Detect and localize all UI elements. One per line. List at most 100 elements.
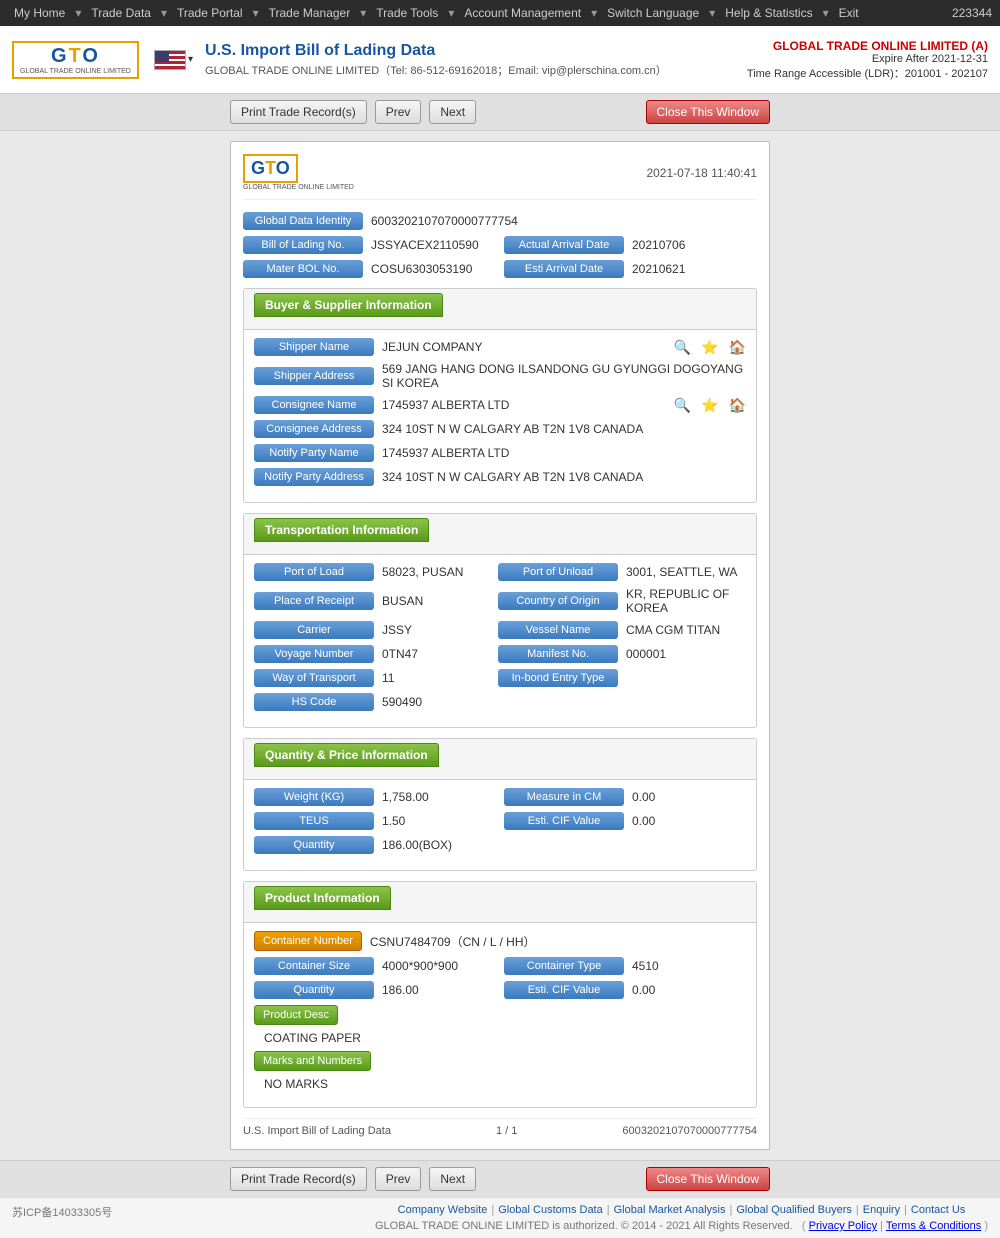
esti-cif-label: Esti. CIF Value <box>504 812 624 830</box>
way-transport-label: Way of Transport <box>254 669 374 687</box>
container-type-label: Container Type <box>504 957 624 975</box>
mater-bol-row: Mater BOL No. COSU6303053190 Esti Arriva… <box>243 260 757 278</box>
product-esti-cif-value: 0.00 <box>632 983 746 997</box>
transportation-header: Transportation Information <box>244 514 756 555</box>
footer-terms-link[interactable]: Terms & Conditions <box>886 1220 981 1232</box>
buyer-supplier-section: Buyer & Supplier Information Shipper Nam… <box>243 288 757 503</box>
product-header: Product Information <box>244 882 756 923</box>
place-receipt-label: Place of Receipt <box>254 592 374 610</box>
footer-link-market[interactable]: Global Market Analysis <box>614 1204 726 1216</box>
quantity-row: Quantity 186.00(BOX) <box>254 836 746 854</box>
container-number-value: CSNU7484709（CN / L / HH） <box>370 933 746 950</box>
print-button-bottom[interactable]: Print Trade Record(s) <box>230 1167 367 1191</box>
notify-party-address-label: Notify Party Address <box>254 468 374 486</box>
shipper-star-icon[interactable]: ⭐ <box>701 339 718 356</box>
logo-area: GTO GLOBAL TRADE ONLINE LIMITED <box>12 41 142 79</box>
nav-trade-manager[interactable]: Trade Manager <box>263 4 357 22</box>
carrier-row: Carrier JSSY Vessel Name CMA CGM TITAN <box>254 621 746 639</box>
footer-link-customs[interactable]: Global Customs Data <box>498 1204 603 1216</box>
global-data-identity-value: 6003202107070000777754 <box>371 214 757 228</box>
account-id: 223344 <box>952 6 992 20</box>
container-number-button[interactable]: Container Number <box>254 931 362 951</box>
consignee-name-value: 1745937 ALBERTA LTD <box>382 398 664 412</box>
print-button-top[interactable]: Print Trade Record(s) <box>230 100 367 124</box>
weight-row: Weight (KG) 1,758.00 Measure in CM 0.00 <box>254 788 746 806</box>
esti-arrival-label: Esti Arrival Date <box>504 260 624 278</box>
flag-area[interactable]: ▾ <box>154 50 193 70</box>
actual-arrival-label: Actual Arrival Date <box>504 236 624 254</box>
container-number-row: Container Number CSNU7484709（CN / L / HH… <box>254 931 746 951</box>
prev-button-bottom[interactable]: Prev <box>375 1167 422 1191</box>
consignee-name-row: Consignee Name 1745937 ALBERTA LTD 🔍 ⭐ 🏠 <box>254 396 746 414</box>
footer-link-buyers[interactable]: Global Qualified Buyers <box>736 1204 852 1216</box>
shipper-name-row: Shipper Name JEJUN COMPANY 🔍 ⭐ 🏠 <box>254 338 746 356</box>
notify-party-name-row: Notify Party Name 1745937 ALBERTA LTD <box>254 444 746 462</box>
nav-exit[interactable]: Exit <box>833 4 865 22</box>
consignee-address-value: 324 10ST N W CALGARY AB T2N 1V8 CANADA <box>382 422 746 436</box>
account-name: GLOBAL TRADE ONLINE LIMITED (A) <box>747 39 988 53</box>
notify-party-address-row: Notify Party Address 324 10ST N W CALGAR… <box>254 468 746 486</box>
consignee-address-label: Consignee Address <box>254 420 374 438</box>
product-desc-button[interactable]: Product Desc <box>254 1005 338 1025</box>
voyage-value: 0TN47 <box>382 647 490 661</box>
marks-numbers-button[interactable]: Marks and Numbers <box>254 1051 371 1071</box>
shipper-search-icon[interactable]: 🔍 <box>674 339 691 356</box>
flag-dropdown-arrow[interactable]: ▾ <box>188 54 193 65</box>
teus-label: TEUS <box>254 812 374 830</box>
next-button-bottom[interactable]: Next <box>429 1167 476 1191</box>
product-section: Product Information Container Number CSN… <box>243 881 757 1108</box>
consignee-star-icon[interactable]: ⭐ <box>701 397 718 414</box>
top-navigation: My Home ▾ Trade Data ▾ Trade Portal ▾ Tr… <box>0 0 1000 26</box>
esti-arrival-value: 20210621 <box>632 262 757 276</box>
nav-help-statistics[interactable]: Help & Statistics <box>719 4 818 22</box>
port-unload-value: 3001, SEATTLE, WA <box>626 565 746 579</box>
prev-button-top[interactable]: Prev <box>375 100 422 124</box>
logo-text: GTO <box>51 45 100 68</box>
card-footer: U.S. Import Bill of Lading Data 1 / 1 60… <box>243 1118 757 1137</box>
carrier-label: Carrier <box>254 621 374 639</box>
consignee-home-icon[interactable]: 🏠 <box>729 397 746 414</box>
buyer-supplier-title: Buyer & Supplier Information <box>254 293 443 317</box>
product-title: Product Information <box>254 886 391 910</box>
footer-privacy-link[interactable]: Privacy Policy <box>809 1220 877 1232</box>
nav-switch-language[interactable]: Switch Language <box>601 4 705 22</box>
mater-bol-label: Mater BOL No. <box>243 260 363 278</box>
place-receipt-value: BUSAN <box>382 594 490 608</box>
account-range: Time Range Accessible (LDR)：201001 - 202… <box>747 65 988 81</box>
quantity-price-header: Quantity & Price Information <box>244 739 756 780</box>
logo-box: GTO GLOBAL TRADE ONLINE LIMITED <box>12 41 139 79</box>
page-subtitle: GLOBAL TRADE ONLINE LIMITED（Tel: 86-512-… <box>205 62 747 78</box>
port-load-value: 58023, PUSAN <box>382 565 490 579</box>
nav-account-management[interactable]: Account Management <box>458 4 587 22</box>
product-quantity-label: Quantity <box>254 981 374 999</box>
marks-row: Marks and Numbers <box>254 1051 746 1071</box>
nav-trade-portal[interactable]: Trade Portal <box>171 4 249 22</box>
footer-bottom: 苏ICP备14033305号 Company Website | Global … <box>12 1204 988 1232</box>
card-timestamp: 2021-07-18 11:40:41 <box>646 166 757 180</box>
footer-link-company[interactable]: Company Website <box>398 1204 488 1216</box>
shipper-home-icon[interactable]: 🏠 <box>729 339 746 356</box>
next-button-top[interactable]: Next <box>429 100 476 124</box>
bol-label: Bill of Lading No. <box>243 236 363 254</box>
logo-subtitle: GLOBAL TRADE ONLINE LIMITED <box>20 68 131 75</box>
port-unload-label: Port of Unload <box>498 563 618 581</box>
measure-cm-value: 0.00 <box>632 790 746 804</box>
nav-trade-tools[interactable]: Trade Tools <box>370 4 444 22</box>
measure-cm-label: Measure in CM <box>504 788 624 806</box>
global-data-identity-label: Global Data Identity <box>243 212 363 230</box>
consignee-search-icon[interactable]: 🔍 <box>674 397 691 414</box>
close-button-top[interactable]: Close This Window <box>646 100 770 124</box>
hs-code-label: HS Code <box>254 693 374 711</box>
close-button-bottom[interactable]: Close This Window <box>646 1167 770 1191</box>
footer-link-contact[interactable]: Contact Us <box>911 1204 965 1216</box>
shipper-address-label: Shipper Address <box>254 367 374 385</box>
bol-value: JSSYACEX2110590 <box>371 238 496 252</box>
nav-my-home[interactable]: My Home <box>8 4 71 22</box>
main-content: GTO GLOBAL TRADE ONLINE LIMITED 2021-07-… <box>0 131 1000 1160</box>
nav-trade-data[interactable]: Trade Data <box>85 4 157 22</box>
footer-link-enquiry[interactable]: Enquiry <box>863 1204 900 1216</box>
quantity-price-title: Quantity & Price Information <box>254 743 439 767</box>
container-size-row: Container Size 4000*900*900 Container Ty… <box>254 957 746 975</box>
footer-links: Company Website | Global Customs Data | … <box>375 1204 988 1216</box>
quantity-value: 186.00(BOX) <box>382 838 746 852</box>
